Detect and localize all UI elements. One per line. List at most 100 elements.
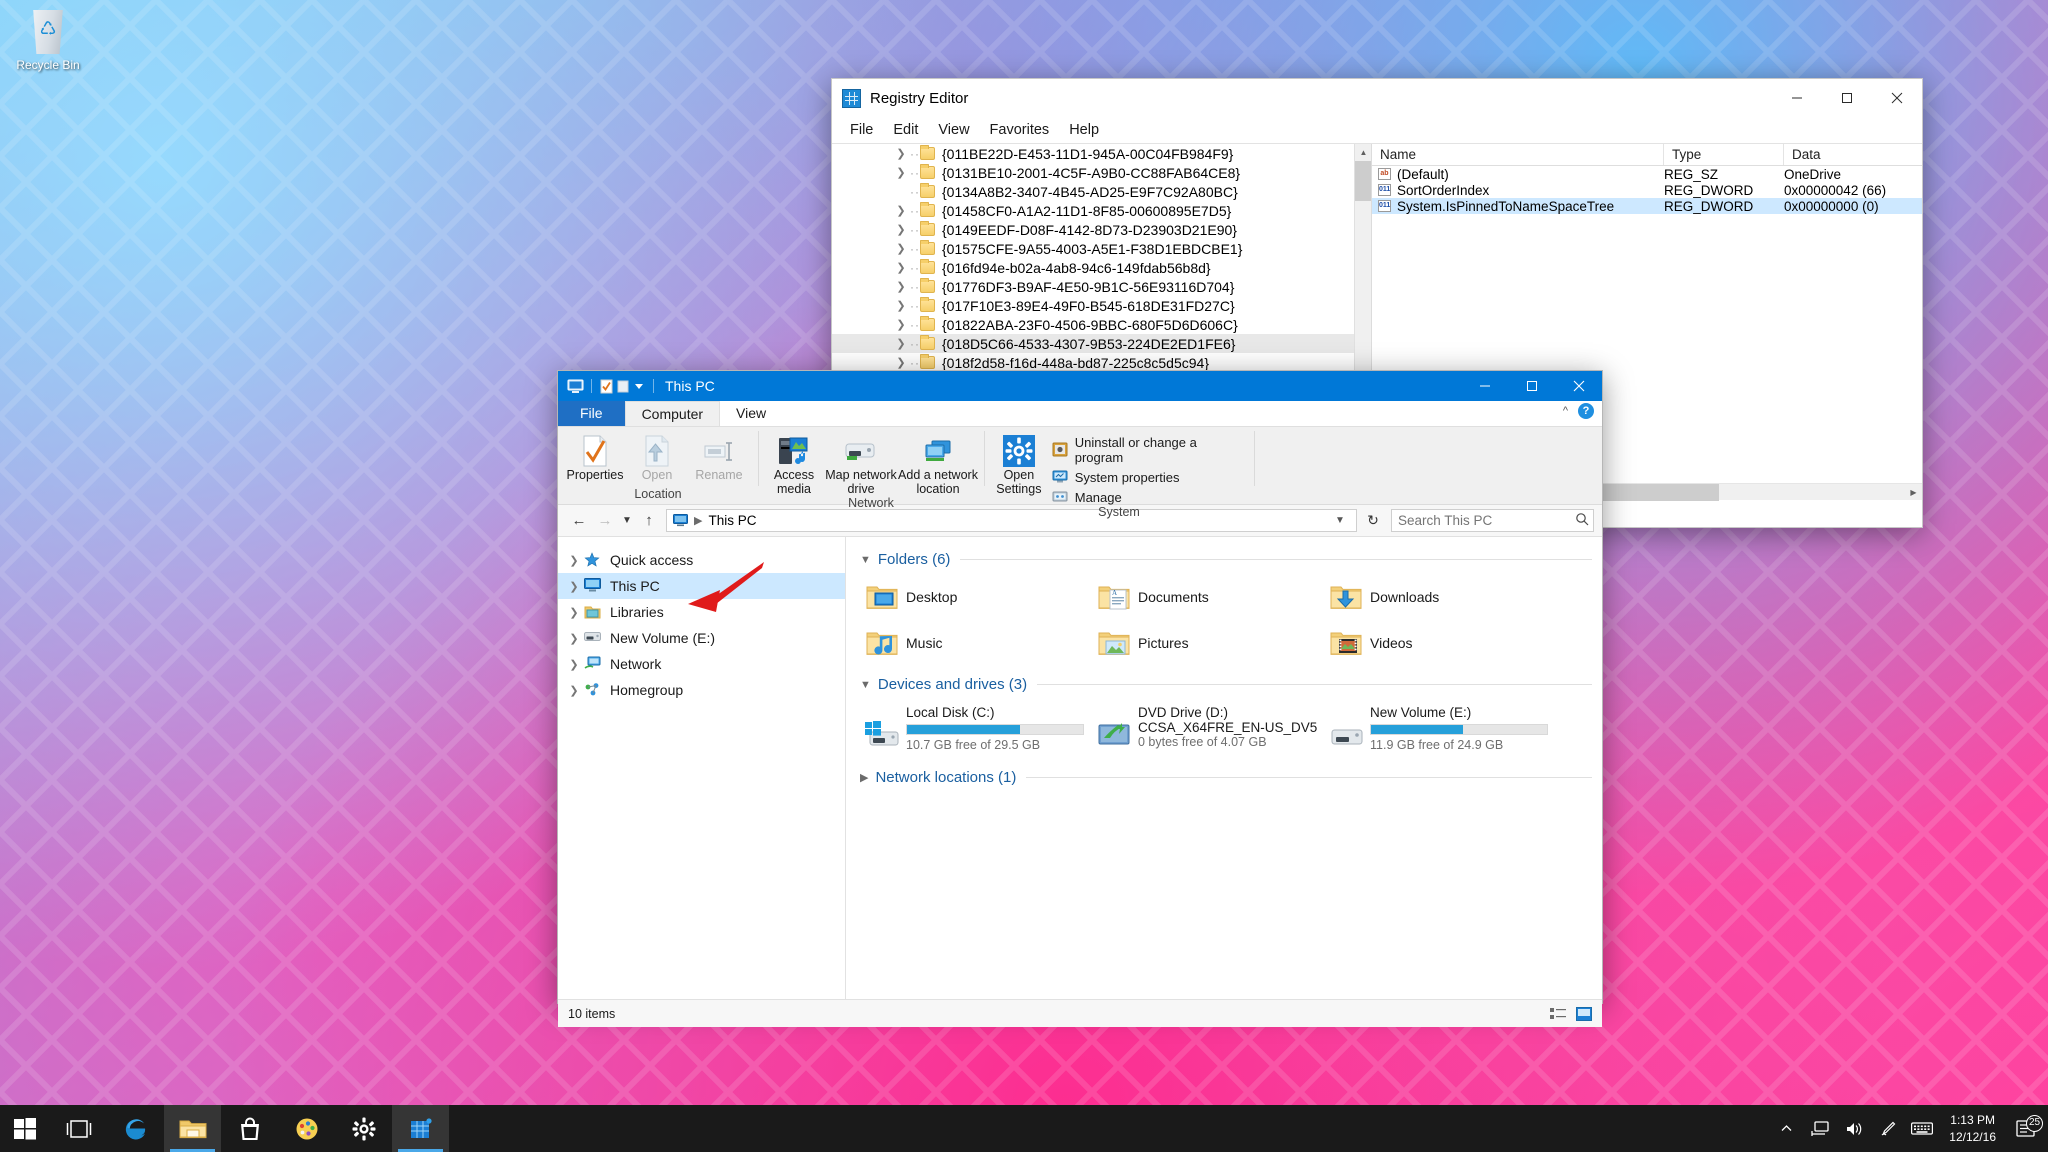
ribbon-right-controls[interactable]: ^ ?	[1563, 403, 1594, 419]
values-column-headers[interactable]: Name Type Data	[1372, 144, 1922, 166]
show-hidden-icons-button[interactable]	[1769, 1122, 1803, 1135]
pen-tray-icon[interactable]	[1871, 1121, 1905, 1137]
large-icons-view-icon[interactable]	[1574, 1005, 1594, 1023]
manage-button[interactable]: Manage	[1052, 489, 1248, 505]
expand-chevron-icon[interactable]: ❯	[894, 204, 908, 217]
nav-item-quick-access[interactable]: ❯ Quick access	[558, 547, 845, 573]
registry-editor-button[interactable]	[392, 1105, 449, 1152]
expand-chevron-icon[interactable]: ❯	[566, 684, 582, 697]
expand-chevron-icon[interactable]: ❯	[894, 223, 908, 236]
registry-tree-item[interactable]: ❯ ·· {017F10E3-89E4-49F0-B545-618DE31FD27C…	[832, 296, 1371, 315]
chevron-down-icon[interactable]: ▼	[860, 554, 871, 566]
file-explorer-button[interactable]	[164, 1105, 221, 1152]
search-icon[interactable]	[1575, 512, 1589, 530]
forward-button[interactable]: →	[592, 512, 618, 529]
volume-tray-icon[interactable]	[1837, 1121, 1871, 1137]
action-center-button[interactable]: 25	[2006, 1114, 2046, 1138]
tab-computer[interactable]: Computer	[624, 401, 721, 426]
maximize-button[interactable]	[1822, 79, 1872, 117]
expand-chevron-icon[interactable]: ❯	[894, 166, 908, 179]
registry-editor-menubar[interactable]: File Edit View Favorites Help	[832, 117, 1922, 144]
help-button[interactable]: ?	[1578, 403, 1594, 419]
scroll-up-arrow-icon[interactable]: ▲	[1355, 144, 1371, 161]
folder-tile[interactable]: Pictures	[1092, 620, 1324, 666]
folder-tile[interactable]: Downloads	[1324, 574, 1556, 620]
registry-editor-window-controls[interactable]	[1772, 79, 1922, 117]
registry-tree-item[interactable]: ❯ ·· {0131BE10-2001-4C5F-A9B0-CC88FAB64CE8…	[832, 163, 1371, 182]
minimize-button[interactable]	[1772, 79, 1822, 117]
drive-tile[interactable]: Local Disk (C:) 10.7 GB free of 29.5 GB	[860, 699, 1092, 755]
expand-chevron-icon[interactable]: ❯	[894, 318, 908, 331]
drive-tile[interactable]: New Volume (E:) 11.9 GB free of 24.9 GB	[1324, 699, 1556, 755]
nav-item-network[interactable]: ❯ Network	[558, 651, 845, 677]
expand-chevron-icon[interactable]: ❯	[894, 280, 908, 293]
close-button[interactable]	[1872, 79, 1922, 117]
scroll-right-arrow-icon[interactable]: ▶	[1905, 484, 1922, 501]
taskbar[interactable]: 1:13 PM 12/12/16 25	[0, 1105, 2048, 1152]
expand-chevron-icon[interactable]: ❯	[566, 554, 582, 567]
registry-tree-item[interactable]: ❯ ·· {01575CFE-9A55-4003-A5E1-F38D1EBDCBE1…	[832, 239, 1371, 258]
maximize-button[interactable]	[1508, 371, 1555, 401]
network-tray-icon[interactable]	[1803, 1120, 1837, 1137]
column-header-data[interactable]: Data	[1784, 144, 1922, 165]
drive-tile[interactable]: DVD Drive (D:) CCSA_X64FRE_EN-US_DV5 0 byt…	[1092, 699, 1324, 755]
registry-value-row[interactable]: 011 SortOrderIndex REG_DWORD 0x00000042 (66…	[1372, 182, 1922, 198]
close-button[interactable]	[1555, 371, 1602, 401]
scrollbar-thumb[interactable]	[1355, 161, 1371, 201]
touch-keyboard-icon[interactable]	[1905, 1121, 1939, 1136]
back-button[interactable]: ←	[566, 512, 592, 529]
expand-chevron-icon[interactable]: ❯	[894, 356, 908, 369]
paint-button[interactable]	[278, 1105, 335, 1152]
tab-file[interactable]: File	[558, 401, 625, 426]
expand-chevron-icon[interactable]: ❯	[894, 147, 908, 160]
add-network-location-button[interactable]: Add a network location	[898, 432, 978, 496]
nav-item-libraries[interactable]: ❯ Libraries	[558, 599, 845, 625]
clock[interactable]: 1:13 PM 12/12/16	[1939, 1112, 2006, 1144]
open-button[interactable]: Open	[626, 432, 688, 482]
folder-tile[interactable]: Desktop	[860, 574, 1092, 620]
registry-value-row[interactable]: ab (Default) REG_SZ OneDrive	[1372, 166, 1922, 182]
address-dropdown-chevron-icon[interactable]: ▼	[1330, 515, 1350, 526]
this-pc-icon[interactable]	[567, 379, 584, 394]
expand-chevron-icon[interactable]: ❯	[894, 242, 908, 255]
nav-item-this-pc[interactable]: ❯ This PC	[558, 573, 845, 599]
column-header-type[interactable]: Type	[1664, 144, 1784, 165]
store-button[interactable]	[221, 1105, 278, 1152]
folder-tile[interactable]: Music	[860, 620, 1092, 666]
devices-section-header[interactable]: ▼ Devices and drives (3)	[860, 676, 1592, 693]
explorer-titlebar[interactable]: This PC	[558, 371, 1602, 401]
folder-tile[interactable]: Videos	[1324, 620, 1556, 666]
expand-chevron-icon[interactable]: ❯	[566, 658, 582, 671]
expand-chevron-icon[interactable]: ❯	[566, 606, 582, 619]
edge-button[interactable]	[107, 1105, 164, 1152]
recent-locations-button[interactable]: ▼	[618, 515, 636, 526]
folders-grid[interactable]: Desktop A Documents Downloads Music Pictures V…	[860, 574, 1592, 666]
collapse-ribbon-chevron-icon[interactable]: ^	[1563, 405, 1568, 417]
up-button[interactable]: ↑	[636, 512, 662, 529]
content-pane[interactable]: ▼ Folders (6) Desktop A Documents Downloads…	[846, 537, 1602, 999]
properties-icon[interactable]	[599, 379, 616, 394]
registry-tree-item[interactable]: ❯ ·· {01822ABA-23F0-4506-9BBC-680F5D6D606C…	[832, 315, 1371, 334]
menu-favorites[interactable]: Favorites	[980, 120, 1060, 140]
registry-value-row[interactable]: 011 System.IsPinnedToNameSpaceTree REG_DWO…	[1372, 198, 1922, 214]
minimize-button[interactable]	[1461, 371, 1508, 401]
explorer-window-controls[interactable]	[1461, 371, 1602, 401]
network-section-header[interactable]: ▶ Network locations (1)	[860, 769, 1592, 786]
registry-tree-item[interactable]: ❯ ·· {0149EEDF-D08F-4142-8D73-D23903D21E90…	[832, 220, 1371, 239]
search-input[interactable]	[1398, 513, 1575, 528]
customize-dropdown-icon[interactable]	[633, 379, 646, 394]
expand-chevron-icon[interactable]: ❯	[566, 580, 582, 593]
registry-tree-item[interactable]: ❯ ·· {011BE22D-E453-11D1-945A-00C04FB984F9…	[832, 144, 1371, 163]
menu-edit[interactable]: Edit	[883, 120, 928, 140]
rename-button[interactable]: Rename	[688, 432, 750, 482]
menu-file[interactable]: File	[840, 120, 883, 140]
column-header-name[interactable]: Name	[1372, 144, 1664, 165]
expand-chevron-icon[interactable]: ❯	[566, 632, 582, 645]
new-folder-icon[interactable]	[616, 379, 633, 394]
registry-editor-titlebar[interactable]: Registry Editor	[832, 79, 1922, 117]
registry-tree-item[interactable]: ❯ ·· {01776DF3-B9AF-4E50-9B1C-56E93116D704…	[832, 277, 1371, 296]
ribbon-tab-strip[interactable]: File Computer View ^ ?	[558, 401, 1602, 427]
folder-tile[interactable]: A Documents	[1092, 574, 1324, 620]
task-view-button[interactable]	[50, 1105, 107, 1152]
chevron-right-icon[interactable]: ▶	[860, 771, 868, 784]
